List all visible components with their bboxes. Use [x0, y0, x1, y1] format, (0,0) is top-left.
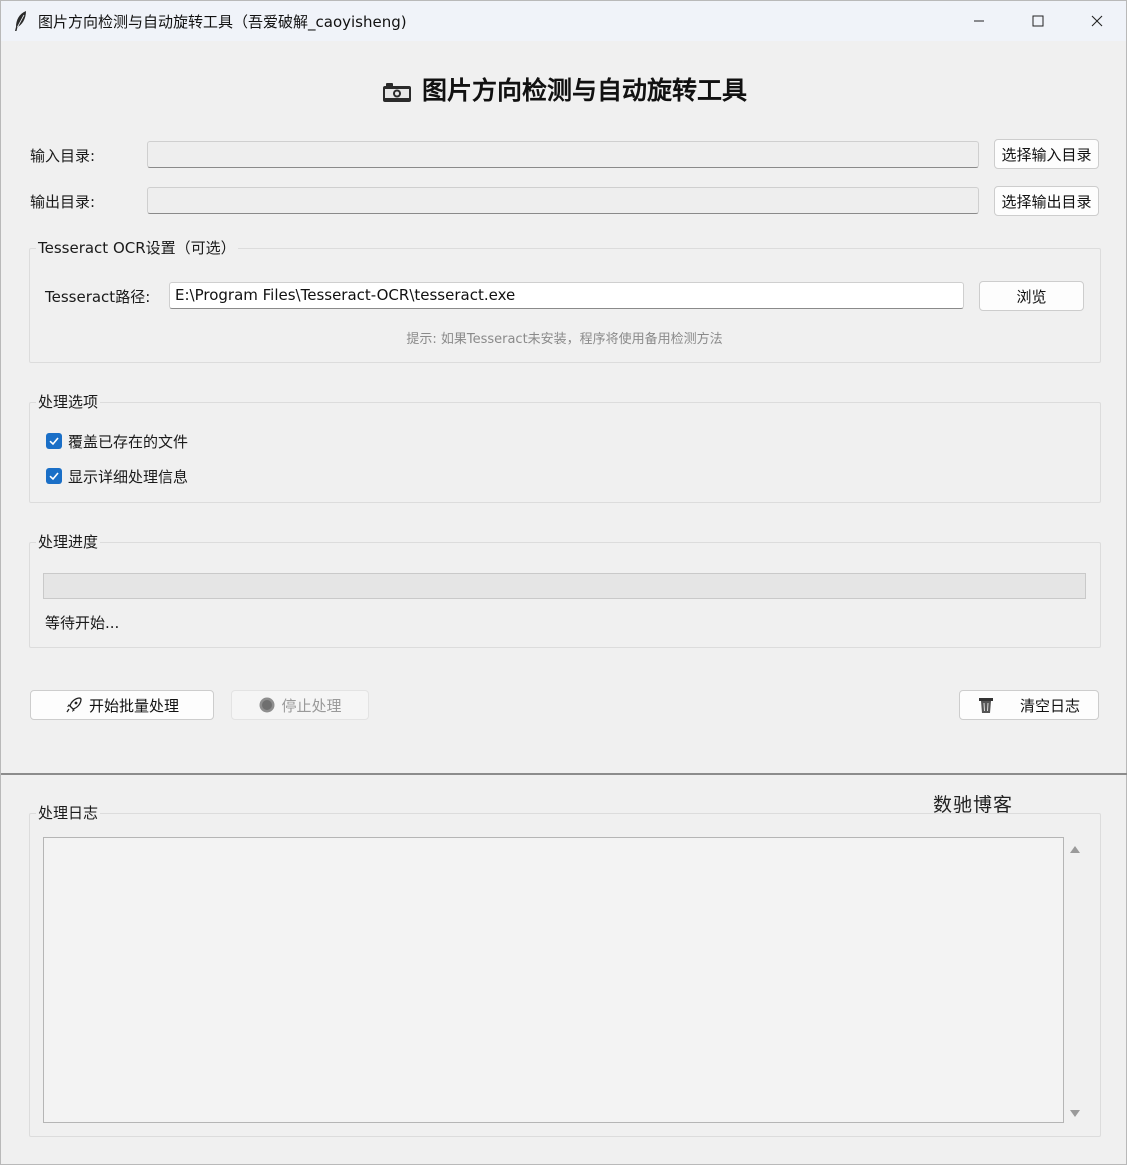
input-dir-field[interactable] — [147, 141, 979, 168]
maximize-icon — [1032, 15, 1044, 27]
verbose-label[interactable]: 显示详细处理信息 — [68, 466, 188, 487]
select-output-dir-button[interactable]: 选择输出目录 — [994, 186, 1099, 216]
camera-icon — [382, 83, 411, 102]
ocr-hint: 提示: 如果Tesseract未安装，程序将使用备用检测方法 — [406, 332, 723, 347]
scroll-down-icon[interactable] — [1069, 1109, 1081, 1119]
close-button[interactable] — [1068, 1, 1126, 41]
check-icon — [49, 472, 59, 481]
watermark-text: 数驰博客 — [933, 794, 1014, 816]
page-title-text: 图片方向检测与自动旋转工具 — [421, 76, 747, 105]
output-dir-field[interactable] — [147, 187, 979, 214]
pane-separator[interactable] — [1, 773, 1127, 775]
log-group-title: 处理日志 — [36, 802, 101, 823]
overwrite-checkbox[interactable] — [46, 433, 62, 449]
minimize-icon — [974, 20, 984, 22]
window-title: 图片方向检测与自动旋转工具（吾爱破解_caoyisheng) — [38, 13, 407, 31]
title-bar: 图片方向检测与自动旋转工具（吾爱破解_caoyisheng) — [1, 1, 1126, 41]
ocr-group-title: Tesseract OCR设置（可选） — [36, 237, 238, 258]
progress-status: 等待开始... — [45, 614, 120, 632]
page-title: 图片方向检测与自动旋转工具 — [1, 71, 1127, 107]
output-dir-label: 输出目录: — [30, 193, 96, 211]
verbose-checkbox[interactable] — [46, 468, 62, 484]
select-input-dir-button[interactable]: 选择输入目录 — [994, 139, 1099, 169]
options-group-title: 处理选项 — [36, 391, 101, 412]
tesseract-path-input[interactable]: E:\Program Files\Tesseract-OCR\tesseract… — [169, 282, 964, 309]
trash-icon — [979, 698, 993, 713]
clear-log-button[interactable]: 清空日志 — [959, 690, 1099, 720]
stop-circle-icon — [259, 697, 275, 713]
app-window: 图片方向检测与自动旋转工具（吾爱破解_caoyisheng) 图片方向检测与自动… — [0, 0, 1127, 1165]
progress-group-title: 处理进度 — [36, 531, 101, 552]
check-icon — [49, 437, 59, 446]
rocket-icon — [66, 697, 82, 713]
start-batch-button[interactable]: 开始批量处理 — [30, 690, 214, 720]
input-dir-label: 输入目录: — [30, 147, 96, 165]
options-group — [29, 402, 1101, 503]
overwrite-label[interactable]: 覆盖已存在的文件 — [68, 431, 188, 452]
stop-button[interactable]: 停止处理 — [231, 690, 369, 720]
browse-button[interactable]: 浏览 — [979, 281, 1084, 311]
tesseract-path-label: Tesseract路径: — [45, 288, 151, 306]
progress-bar — [43, 573, 1086, 599]
feather-icon — [15, 11, 26, 31]
minimize-button[interactable] — [950, 1, 1008, 41]
log-textarea[interactable] — [43, 837, 1064, 1123]
stop-label: 停止处理 — [281, 696, 342, 715]
maximize-button[interactable] — [1009, 1, 1067, 41]
scroll-up-icon[interactable] — [1069, 844, 1081, 854]
start-batch-label: 开始批量处理 — [88, 696, 179, 715]
close-icon — [1091, 15, 1103, 27]
clear-log-label: 清空日志 — [1020, 696, 1081, 715]
